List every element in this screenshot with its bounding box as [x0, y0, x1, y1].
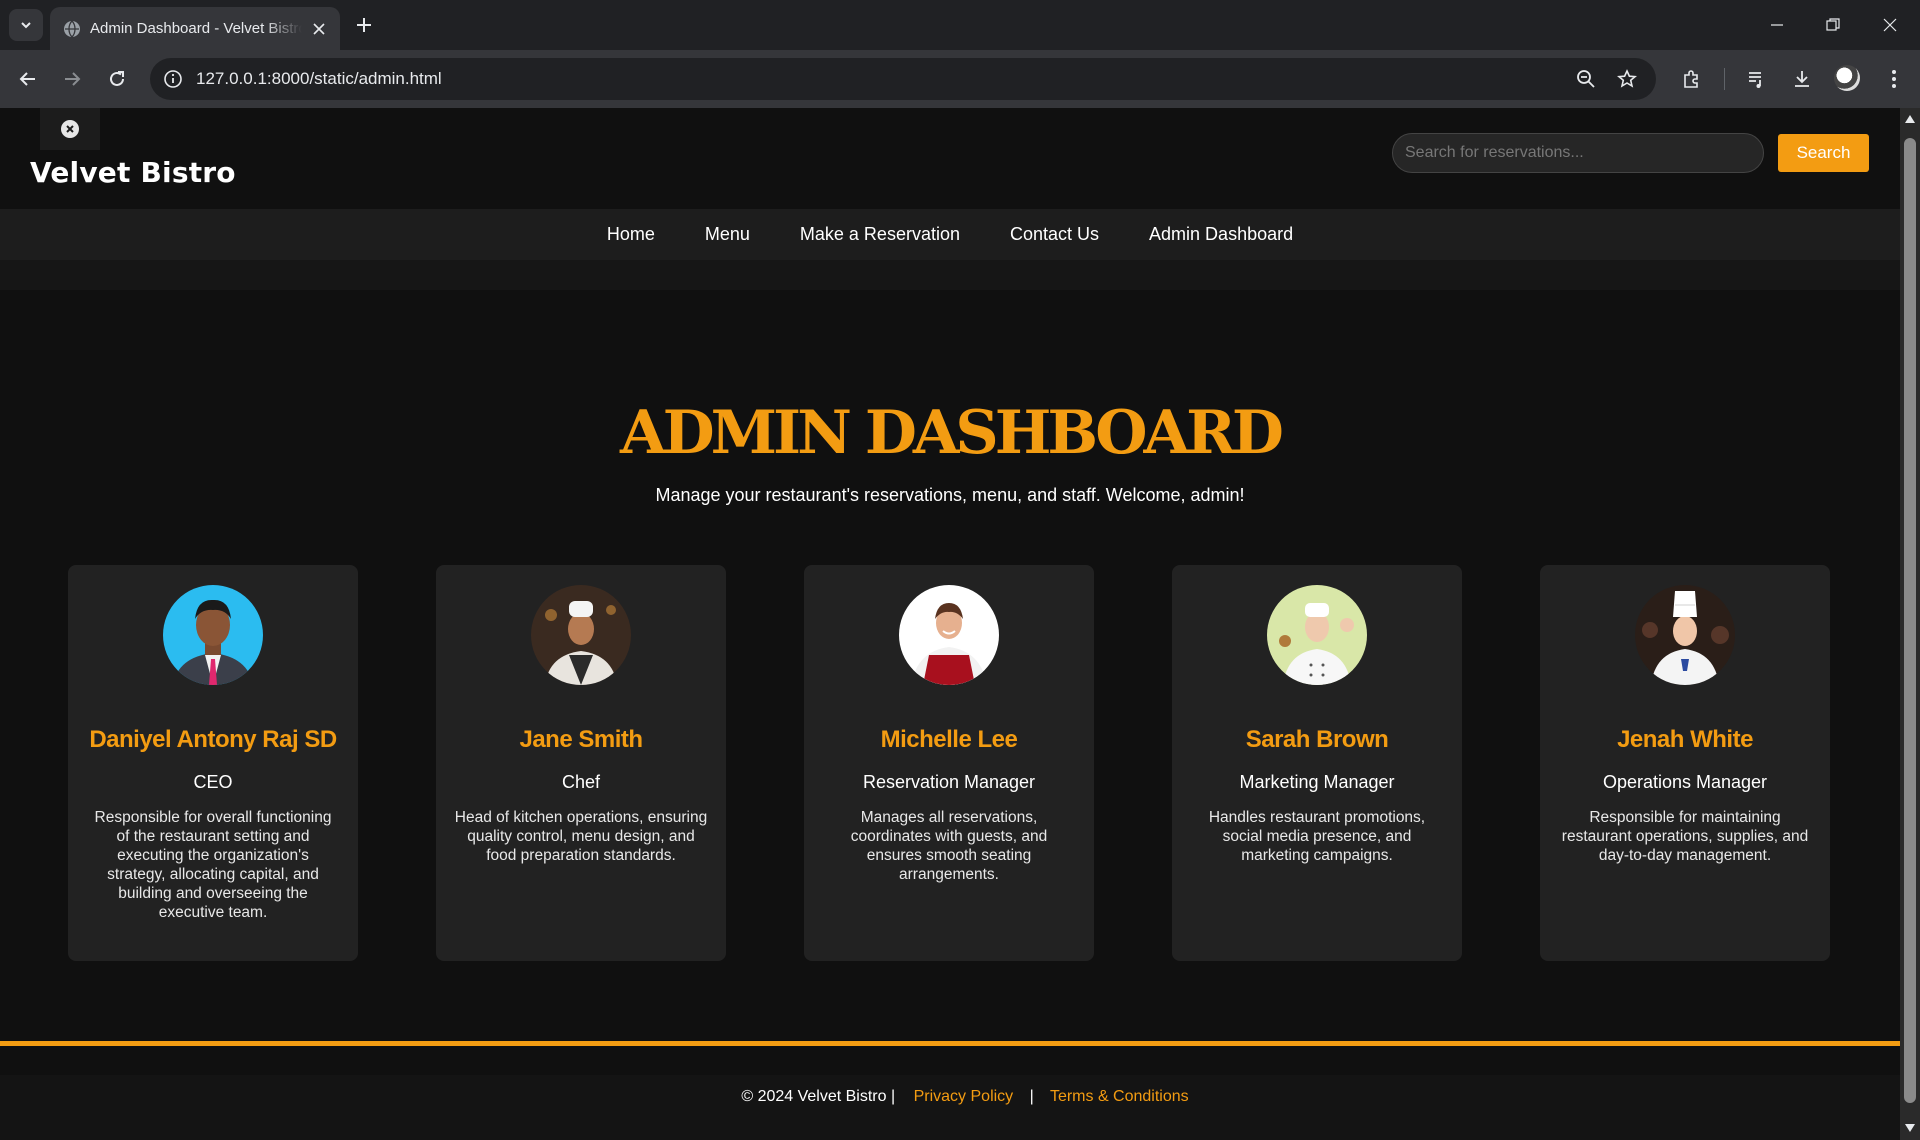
staff-card: Jenah White Operations Manager Responsib…: [1540, 565, 1830, 961]
site-footer: © 2024 Velvet Bistro | Privacy Policy | …: [0, 1075, 1900, 1140]
privacy-policy-link[interactable]: Privacy Policy: [914, 1088, 1014, 1105]
staff-role: CEO: [193, 772, 233, 792]
scroll-up-arrow-icon[interactable]: [1905, 114, 1915, 124]
staff-description: Responsible for maintaining restaurant o…: [1561, 809, 1809, 864]
staff-card: Michelle Lee Reservation Manager Manages…: [804, 565, 1094, 961]
page-subtitle: Manage your restaurant's reservations, m…: [655, 485, 1245, 505]
nav-make-reservation[interactable]: Make a Reservation: [775, 224, 985, 245]
search-button[interactable]: Search: [1778, 134, 1869, 172]
staff-name: Jenah White: [1617, 726, 1753, 753]
back-arrow-icon[interactable]: [12, 63, 44, 95]
main-navbar: Home Menu Make a Reservation Contact Us …: [0, 209, 1900, 260]
staff-card: Sarah Brown Marketing Manager Handles re…: [1172, 565, 1462, 961]
restore-window-icon[interactable]: [1820, 12, 1846, 38]
staff-card: Daniyel Antony Raj SD CEO Responsible fo…: [68, 565, 358, 961]
staff-avatar: [1267, 585, 1367, 685]
staff-avatar: [163, 585, 263, 685]
staff-description: Handles restaurant promotions, social me…: [1208, 809, 1426, 864]
reload-icon[interactable]: [101, 63, 133, 95]
site-logo-text[interactable]: Velvet Bistro: [30, 156, 236, 189]
nav-home[interactable]: Home: [582, 224, 680, 245]
download-icon[interactable]: [1788, 65, 1816, 93]
tab-search-chevron-icon[interactable]: [9, 9, 43, 41]
close-circle-icon: [61, 120, 79, 138]
staff-avatar: [531, 585, 631, 685]
staff-avatar: [1635, 585, 1735, 685]
url-text: 127.0.0.1:8000/static/admin.html: [196, 69, 442, 88]
nav-menu[interactable]: Menu: [680, 224, 775, 245]
staff-role: Reservation Manager: [862, 772, 1036, 792]
nav-contact-us[interactable]: Contact Us: [985, 224, 1124, 245]
footer-links: © 2024 Velvet Bistro | Privacy Policy | …: [0, 1088, 1900, 1106]
copyright-text: © 2024 Velvet Bistro |: [741, 1088, 896, 1105]
media-queue-icon[interactable]: [1743, 65, 1771, 93]
tab-title: Admin Dashboard - Velvet Bistro: [90, 20, 302, 37]
address-bar[interactable]: 127.0.0.1:8000/static/admin.html: [150, 58, 1656, 100]
bookmark-star-icon[interactable]: [1615, 67, 1639, 91]
staff-name: Michelle Lee: [880, 726, 1018, 753]
terms-conditions-link[interactable]: Terms & Conditions: [1050, 1088, 1189, 1105]
site-header: Velvet Bistro Search: [0, 108, 1900, 209]
staff-card: Jane Smith Chef Head of kitchen operatio…: [436, 565, 726, 961]
toolbar-separator: [1724, 68, 1725, 90]
scrollbar-thumb[interactable]: [1904, 138, 1916, 1103]
globe-icon: [64, 20, 80, 38]
page-viewport: Velvet Bistro Search Home Menu Make a Re…: [0, 108, 1900, 1140]
staff-cards: Daniyel Antony Raj SD CEO Responsible fo…: [68, 565, 1832, 961]
staff-role: Chef: [561, 772, 601, 792]
forward-arrow-icon[interactable]: [56, 63, 88, 95]
page-title: ADMIN DASHBOARD: [620, 398, 1284, 468]
staff-name: Jane Smith: [519, 726, 643, 753]
page-scrollbar[interactable]: [1900, 108, 1920, 1140]
site-info-icon[interactable]: [162, 68, 184, 90]
staff-avatar: [899, 585, 999, 685]
staff-role: Marketing Manager: [1239, 772, 1395, 792]
browser-tab-active[interactable]: Admin Dashboard - Velvet Bistro: [50, 7, 340, 50]
zoom-icon[interactable]: [1574, 67, 1598, 91]
extensions-puzzle-icon[interactable]: [1678, 65, 1706, 93]
reservation-search-input[interactable]: [1392, 133, 1764, 173]
minimize-window-icon[interactable]: [1764, 12, 1790, 38]
profile-avatar-icon[interactable]: [1834, 65, 1860, 91]
staff-description: Responsible for overall functioning of t…: [94, 809, 332, 921]
footer-separator: |: [1029, 1088, 1034, 1105]
nav-admin-dashboard[interactable]: Admin Dashboard: [1124, 224, 1318, 245]
browser-toolbar: 127.0.0.1:8000/static/admin.html: [0, 50, 1920, 108]
scroll-down-arrow-icon[interactable]: [1905, 1123, 1915, 1133]
staff-name: Daniyel Antony Raj SD: [89, 726, 337, 753]
tab-close-icon[interactable]: [310, 20, 328, 38]
staff-role: Operations Manager: [1602, 772, 1768, 792]
kebab-menu-icon[interactable]: [1880, 65, 1908, 93]
close-window-icon[interactable]: [1877, 12, 1903, 38]
staff-description: Manages all reservations, coordinates wi…: [850, 809, 1048, 883]
staff-description: Head of kitchen operations, ensuring qua…: [454, 809, 708, 864]
new-tab-plus-icon[interactable]: [352, 13, 376, 37]
browser-tabstrip: Admin Dashboard - Velvet Bistro: [0, 0, 1920, 50]
dismiss-chip[interactable]: [40, 108, 100, 150]
nav-spacer: [0, 260, 1900, 290]
staff-name: Sarah Brown: [1245, 726, 1389, 753]
footer-divider: [0, 1041, 1900, 1046]
